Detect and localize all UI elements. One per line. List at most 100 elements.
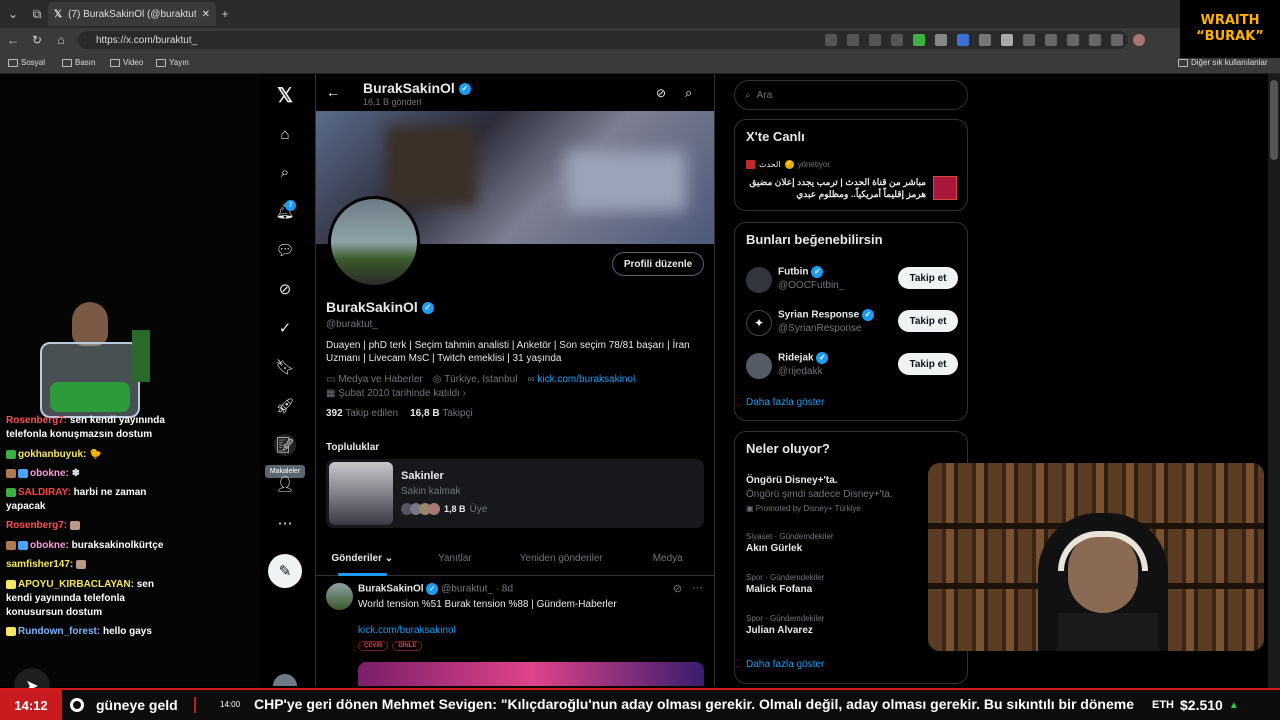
promo-title[interactable]: Öngörü Disney+'ta. <box>746 475 838 486</box>
trend-item[interactable]: Spor · Gündemdekiler Julian Alvarez <box>746 614 824 636</box>
tab-posts[interactable]: Gönderiler ⌄ <box>316 542 409 576</box>
favorite-star-icon[interactable] <box>869 34 881 46</box>
suggested-name-row: Ridejak ✓ <box>778 352 829 364</box>
show-more-link[interactable]: Daha fazla göster <box>746 397 824 408</box>
chat-message: obokne: buraksakinolkürtçe <box>6 539 186 553</box>
back-icon[interactable]: ← <box>4 31 22 49</box>
chat-text: buraksakinolkürtçe <box>71 540 164 551</box>
live-thumbnail[interactable] <box>933 176 957 200</box>
follow-button[interactable]: Takip et <box>898 353 958 375</box>
extension-grid-icon[interactable] <box>935 34 947 46</box>
website-link[interactable]: kick.com/buraksakinol <box>537 374 635 385</box>
post-tags: ÇEVİR DİNLE <box>358 641 423 651</box>
search-box[interactable]: ⌕ Ara <box>734 80 968 110</box>
badge-icon <box>18 540 28 550</box>
new-tab-icon[interactable]: + <box>216 5 234 23</box>
home-icon[interactable]: ⌂ <box>52 31 70 49</box>
bookmark-basin[interactable]: Basın <box>62 58 95 67</box>
extension-blue-icon[interactable] <box>957 34 969 46</box>
read-mode-icon[interactable] <box>825 34 837 46</box>
extension-green-icon[interactable] <box>913 34 925 46</box>
suggested-account[interactable]: Futbin ✓ @OOCFutbin_ Takip et <box>746 265 958 297</box>
split-screen-icon[interactable] <box>1045 34 1057 46</box>
emote-icon <box>69 520 80 530</box>
badge-icon <box>6 449 16 459</box>
chat-username: obokne: <box>30 540 69 551</box>
trend-item[interactable]: Spor · Gündemdekiler Malick Fofana <box>746 573 824 595</box>
website-item[interactable]: ∞ kick.com/buraksakinol <box>527 374 635 385</box>
refresh-ext-icon[interactable] <box>891 34 903 46</box>
compose-post-button[interactable]: ✎ <box>268 554 302 588</box>
bookmark-label: Yayın <box>169 58 189 67</box>
profile-handle: @buraktut_ <box>326 319 378 330</box>
messages-icon[interactable]: 💬︎ <box>274 239 296 261</box>
suggested-account[interactable]: Ridejak ✓ @rijedakk Takip et <box>746 351 958 383</box>
promo-by: ▣ Promoted by Disney+ Türkiye <box>746 504 861 513</box>
followers-stat[interactable]: 16,8 B Takipçi <box>410 408 473 419</box>
bookmark-video[interactable]: Video <box>110 58 143 67</box>
post-media-image[interactable] <box>358 662 704 686</box>
translate-tag[interactable]: ÇEVİR <box>358 641 389 651</box>
profile-avatar[interactable] <box>328 196 420 288</box>
workspaces-icon[interactable]: ⧉ <box>28 5 46 23</box>
chat-username: Rosenberg7: <box>6 415 68 426</box>
profile-icon[interactable]: 👤︎ <box>274 473 296 495</box>
suggested-account[interactable]: ✦ Syrian Response ✓ @SyrianResponse Taki… <box>746 308 958 340</box>
search-profile-icon[interactable]: ⌕ <box>685 85 692 101</box>
grok-analyze-icon[interactable]: ⊘ <box>656 86 666 100</box>
x-logo-icon[interactable]: 𝕏 <box>274 84 296 107</box>
joined-row[interactable]: ▦ Şubat 2010 tarihinde katıldı › <box>326 388 466 399</box>
explore-search-icon[interactable]: ⌕ <box>274 161 296 183</box>
extension-circle-icon[interactable] <box>1001 34 1013 46</box>
follow-button[interactable]: Takip et <box>898 310 958 332</box>
listen-tag[interactable]: DİNLE <box>392 641 423 651</box>
collections-icon[interactable] <box>1089 34 1101 46</box>
tab-media[interactable]: Medya <box>621 542 714 575</box>
reader-icon[interactable] <box>847 34 859 46</box>
location-item: ◎ Türkiye, Istanbul <box>433 374 518 385</box>
community-image <box>329 462 393 525</box>
tab-reposts[interactable]: Yeniden gönderiler <box>501 542 621 575</box>
close-tab-icon[interactable]: ✕ <box>202 9 210 20</box>
tab-list-icon[interactable]: ⌄ <box>4 5 22 23</box>
grok-post-icon[interactable]: ⊘ <box>673 582 682 595</box>
sticker-head <box>72 302 108 346</box>
community-card[interactable]: Sakinler Sakin kalmak 1,8 B Üye <box>326 459 704 528</box>
verified-orgs-icon[interactable]: ✓ <box>274 317 296 339</box>
bookmark-yayin[interactable]: Yayın <box>156 58 189 67</box>
post-author[interactable]: BurakSakinOl <box>358 584 424 595</box>
screenshot-icon[interactable] <box>1111 34 1123 46</box>
post-avatar[interactable] <box>326 583 353 610</box>
following-stat[interactable]: 392 Takip edilen <box>326 408 398 419</box>
live-text[interactable]: مباشر من قناة الحدث | ترمب يجدد إعلان مض… <box>746 176 926 200</box>
profile-name: BurakSakinOl <box>326 299 418 315</box>
bookmark-sosyal[interactable]: Sosyal <box>8 58 45 67</box>
account-avatar[interactable] <box>273 674 297 686</box>
home-nav-icon[interactable]: ⌂ <box>274 123 296 145</box>
back-arrow-icon[interactable]: ← <box>326 84 340 100</box>
extension-s-icon[interactable] <box>979 34 991 46</box>
trend-item[interactable]: Siyaset · Gündemdekiler Akın Gürlek <box>746 532 834 554</box>
page-scrollbar[interactable] <box>1268 74 1280 688</box>
articles-icon[interactable]: 📝︎ <box>274 434 296 456</box>
favorites-icon[interactable] <box>1067 34 1079 46</box>
trends-show-more-link[interactable]: Daha fazla göster <box>746 659 824 670</box>
more-options-icon[interactable]: ⋯ <box>274 512 296 534</box>
reload-icon[interactable]: ↻ <box>28 31 46 49</box>
x-left-nav: 𝕏 ⌂ ⌕ 🔔︎ 7 💬︎ ⊘ ✓ 🔖︎ 🚀︎ 📝︎ Makaleler 👤︎ … <box>260 74 315 686</box>
post-more-icon[interactable]: ⋯ <box>692 581 703 594</box>
jobs-rocket-icon[interactable]: 🚀︎ <box>274 395 296 417</box>
chat-username: obokne: <box>30 468 69 479</box>
follow-button[interactable]: Takip et <box>898 267 958 289</box>
edit-profile-button[interactable]: Profili düzenle <box>612 252 704 276</box>
other-bookmarks[interactable]: Diğer sık kullanılanlar <box>1178 58 1267 67</box>
browser-tab[interactable]: 𝕏 (7) BurakSakinOl (@buraktut_) / X ✕ <box>48 2 216 26</box>
post-link[interactable]: kick.com/buraksakinol <box>358 625 456 636</box>
post-item[interactable]: BurakSakinOl ✓ @buraktut_ · 8d ⊘ ⋯ World… <box>316 577 714 686</box>
tab-replies[interactable]: Yanıtlar <box>409 542 502 575</box>
extensions-puzzle-icon[interactable] <box>1023 34 1035 46</box>
profile-avatar-icon[interactable] <box>1133 34 1145 46</box>
chat-username: APOYU_KIRBACLAYAN: <box>18 579 134 590</box>
grok-icon[interactable]: ⊘ <box>274 278 296 300</box>
bookmarks-icon[interactable]: 🔖︎ <box>274 356 296 378</box>
